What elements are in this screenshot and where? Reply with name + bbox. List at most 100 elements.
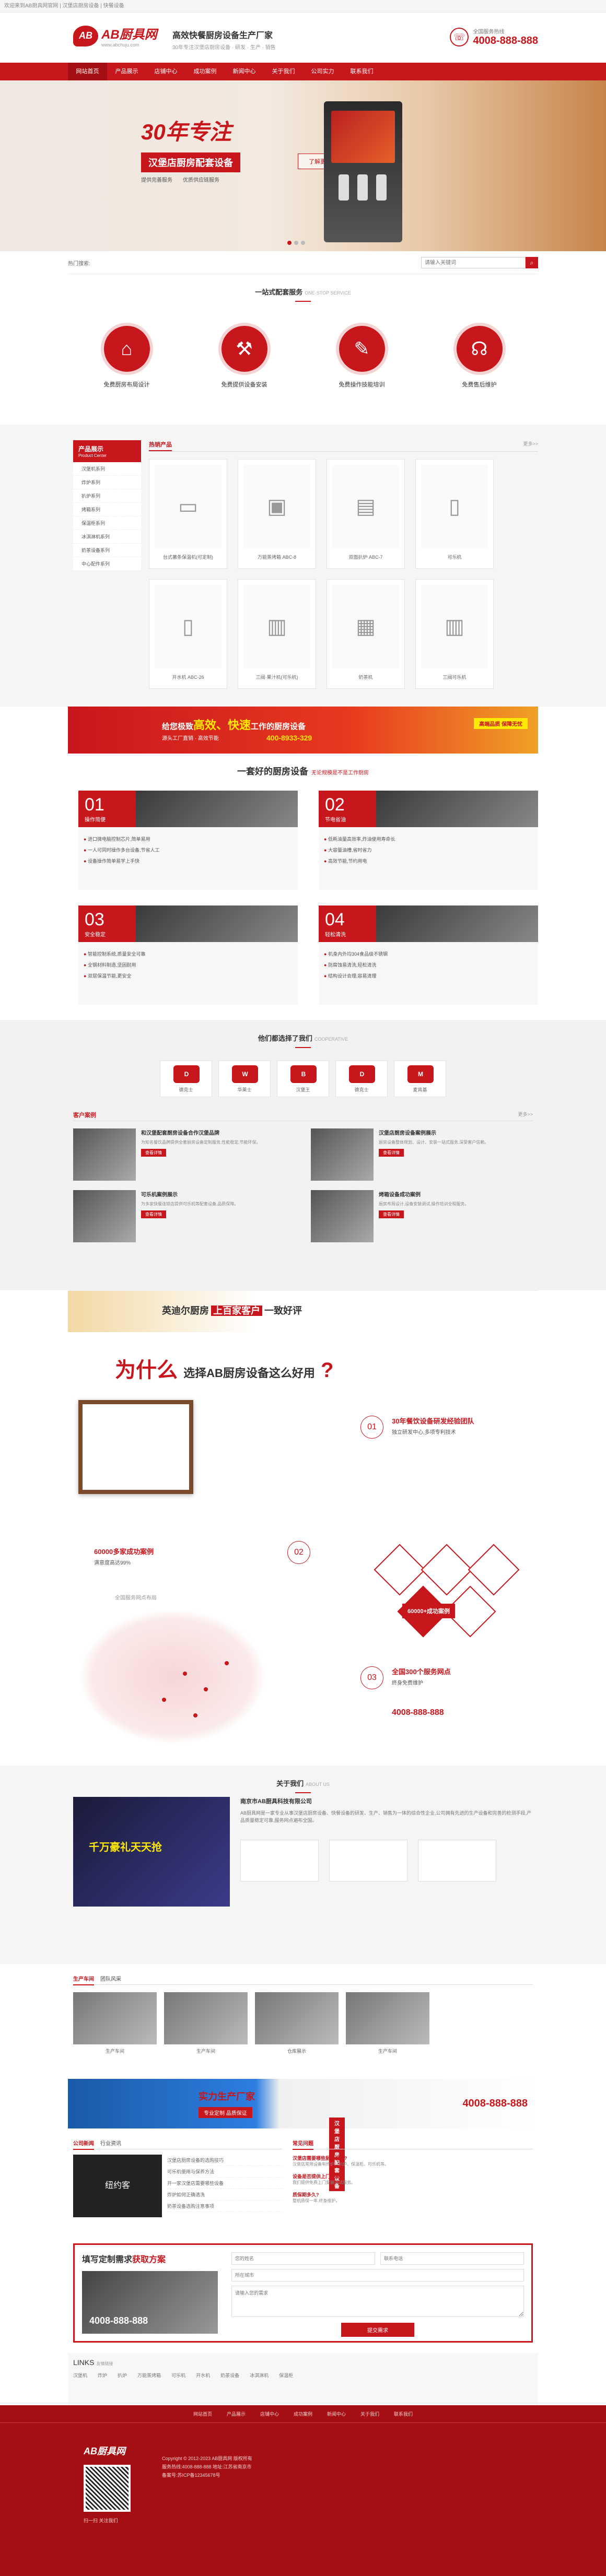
city-field[interactable]: [231, 2269, 524, 2281]
tab-team[interactable]: 团队风采: [100, 1977, 121, 1982]
factory-photo[interactable]: 生产车间: [346, 1992, 429, 2054]
product-card[interactable]: ▦ 奶茶机: [327, 579, 405, 689]
tab-faq[interactable]: 常见问题: [293, 2141, 313, 2150]
friend-link[interactable]: 奶茶设备: [220, 2372, 239, 2379]
sidebar-item[interactable]: 汉堡机系列: [73, 462, 141, 476]
product-card[interactable]: ▥ 三阀可乐机: [415, 579, 494, 689]
sidebar-item[interactable]: 扒炉系列: [73, 489, 141, 503]
product-card[interactable]: ▥ 三阀·果汁机(可乐机): [238, 579, 316, 689]
name-field[interactable]: [231, 2252, 375, 2265]
friend-link[interactable]: 可乐机: [171, 2372, 185, 2379]
factory-photo[interactable]: 仓库展示: [255, 1992, 339, 2054]
needs-field[interactable]: [231, 2286, 524, 2317]
faq-item[interactable]: 汉堡店需要哪些厨房设备? 汉堡店常用设备有炸炉、扒炉、保温柜、可乐机等。: [293, 2155, 533, 2168]
nav-products[interactable]: 产品展示: [107, 63, 146, 80]
sidebar-item[interactable]: 冰淇淋机系列: [73, 530, 141, 544]
news-item[interactable]: 奶茶设备选购注意事项: [167, 2201, 282, 2212]
nav-contact[interactable]: 联系我们: [342, 63, 381, 80]
sidebar-item[interactable]: 烤箱系列: [73, 503, 141, 516]
friend-link[interactable]: 炸炉: [98, 2372, 107, 2379]
case-more-button[interactable]: 查看详情: [379, 1210, 404, 1218]
nav-about[interactable]: 关于我们: [264, 63, 303, 80]
company-desc: AB厨具网是一家专业从事汉堡店厨房设备、快餐设备的研发、生产、销售为一体的综合性…: [240, 1810, 532, 1823]
tab-cases[interactable]: 客户案例: [73, 1112, 96, 1119]
factory-photo[interactable]: 生产车间: [164, 1992, 248, 2054]
case-item[interactable]: 汉堡店厨房设备案例展示 厨房设备整体规划、设计、安装一站式服务,深受客户信赖。 查看…: [311, 1128, 533, 1181]
news-item[interactable]: 可乐机使用与保养方法: [167, 2166, 282, 2178]
case-item[interactable]: 烤箱设备成功案例 厨房布局设计,设备安装调试,操作培训全程服务。 查看详情: [311, 1190, 533, 1242]
friend-link[interactable]: 开水机: [196, 2372, 210, 2379]
client-logo[interactable]: W 华莱士: [218, 1061, 271, 1097]
logo[interactable]: AB AB厨具网 www.abchuju.com: [73, 24, 157, 48]
service-item[interactable]: ☊ 免费售后维护: [443, 323, 516, 425]
phone-field[interactable]: [380, 2252, 524, 2265]
footer-link[interactable]: 联系我们: [394, 2410, 413, 2417]
nav-cases[interactable]: 成功案例: [185, 63, 225, 80]
nav-strength[interactable]: 公司实力: [303, 63, 342, 80]
product-card[interactable]: ▣ 万能蒸烤箱 ABC-8: [238, 459, 316, 569]
promo-video[interactable]: 千万豪礼天天抢: [73, 1797, 230, 1907]
friend-link[interactable]: 万能蒸烤箱: [137, 2372, 161, 2379]
case-more-button[interactable]: 查看详情: [141, 1210, 166, 1218]
case-item[interactable]: 和汉堡配套厨房设备合作汉堡品牌 为知名餐饮品牌提供全套厨房设备定制服务,性能稳定,…: [73, 1128, 295, 1181]
case-more-button[interactable]: 查看详情: [141, 1149, 166, 1157]
sidebar-item[interactable]: 奶茶设备系列: [73, 544, 141, 557]
factory-photo[interactable]: 生产车间: [73, 1992, 157, 2054]
footer-link[interactable]: 新闻中心: [327, 2410, 346, 2417]
news-item[interactable]: 炸炉如何正确清洗: [167, 2189, 282, 2201]
slider-dot[interactable]: [294, 241, 298, 245]
service-item[interactable]: ⚒ 免费提供设备安装: [208, 323, 281, 425]
search-input[interactable]: [421, 257, 526, 268]
client-logo[interactable]: D 德克士: [335, 1061, 388, 1097]
case-title: 汉堡店厨房设备案例展示: [379, 1131, 436, 1136]
footer-link[interactable]: 店铺中心: [260, 2410, 279, 2417]
footer-link[interactable]: 产品展示: [227, 2410, 246, 2417]
slider-dot[interactable]: [287, 241, 292, 245]
factory-ad-banner[interactable]: 汉堡店厨房配套设备 实力生产厂家 专业定制 品质保证 4008-888-888: [68, 2079, 538, 2191]
client-logo[interactable]: M 麦肯基: [394, 1061, 446, 1097]
footer-link[interactable]: 关于我们: [360, 2410, 379, 2417]
tab-hot-products[interactable]: 热销产品: [149, 442, 172, 451]
sidebar-item[interactable]: 炸炉系列: [73, 476, 141, 489]
client-logo[interactable]: B 汉堡王: [277, 1061, 329, 1097]
service-item[interactable]: ✎ 免费操作技能培训: [325, 323, 399, 425]
ad3-button[interactable]: 专业定制 品质保证: [199, 2107, 252, 2118]
news-item[interactable]: 汉堡店厨房设备的选购技巧: [167, 2155, 282, 2166]
service-item[interactable]: ⌂ 免费厨房布局设计: [90, 323, 164, 425]
feature-card: 03 安全稳定智能控制系统,质量安全可靠全钢材料制造,坚固耐用双层保温节能,更安全: [78, 905, 298, 1005]
friend-link[interactable]: 扒炉: [118, 2372, 127, 2379]
nav-stores[interactable]: 店铺中心: [146, 63, 185, 80]
friend-link[interactable]: 冰淇淋机: [250, 2372, 269, 2379]
news-item[interactable]: 开一家汉堡店需要哪些设备: [167, 2178, 282, 2189]
product-card[interactable]: ▯ 开水机 ABC-26: [149, 579, 227, 689]
product-card[interactable]: ▯ 可乐机: [415, 459, 494, 569]
feature-title: 轻松清洗: [325, 932, 346, 938]
friend-link[interactable]: 汉堡机: [73, 2372, 87, 2379]
friend-link[interactable]: 保温柜: [279, 2372, 293, 2379]
services-sub: ONE-STOP SERVICE: [305, 290, 351, 296]
product-card[interactable]: ▭ 台式薯条保温机(可定制): [149, 459, 227, 569]
footer-link[interactable]: 成功案例: [294, 2410, 312, 2417]
nav-news[interactable]: 新闻中心: [225, 63, 264, 80]
submit-button[interactable]: 提交需求: [341, 2323, 414, 2337]
tab-company-news[interactable]: 公司新闻: [73, 2141, 94, 2150]
faq-item[interactable]: 质保期多久? 整机质保一年,终身维护。: [293, 2191, 533, 2204]
sidebar-item[interactable]: 保温柜系列: [73, 516, 141, 530]
ad-banner[interactable]: 给您极致高效、快速工作的厨房设备 源头工厂直销 · 高效节能 400-8933-…: [68, 707, 538, 754]
footer-link[interactable]: 网站首页: [193, 2410, 212, 2417]
faq-item[interactable]: 设备是否提供上门安装? 我们提供免费上门安装调试服务。: [293, 2173, 533, 2186]
cases-more-link[interactable]: 更多>>: [518, 1111, 533, 1118]
tab-workshop[interactable]: 生产车间: [73, 1977, 94, 1985]
slider-dot[interactable]: [301, 241, 305, 245]
juice-machine-icon: ▥: [243, 585, 310, 668]
case-more-button[interactable]: 查看详情: [379, 1149, 404, 1157]
sidebar-item[interactable]: 中心配件系列: [73, 557, 141, 571]
news-image[interactable]: 纽约客: [73, 2155, 162, 2217]
tab-industry-news[interactable]: 行业资讯: [100, 2141, 121, 2147]
more-link[interactable]: 更多>>: [523, 440, 538, 447]
product-card[interactable]: ▤ 双面扒炉 ABC-7: [327, 459, 405, 569]
client-logo[interactable]: D 德克士: [160, 1061, 212, 1097]
search-button[interactable]: ⌕: [526, 257, 538, 268]
nav-home[interactable]: 网站首页: [68, 63, 107, 80]
case-item[interactable]: 可乐机案例展示 为多家快餐连锁店提供可乐机等配套设备,品质保障。 查看详情: [73, 1190, 295, 1242]
